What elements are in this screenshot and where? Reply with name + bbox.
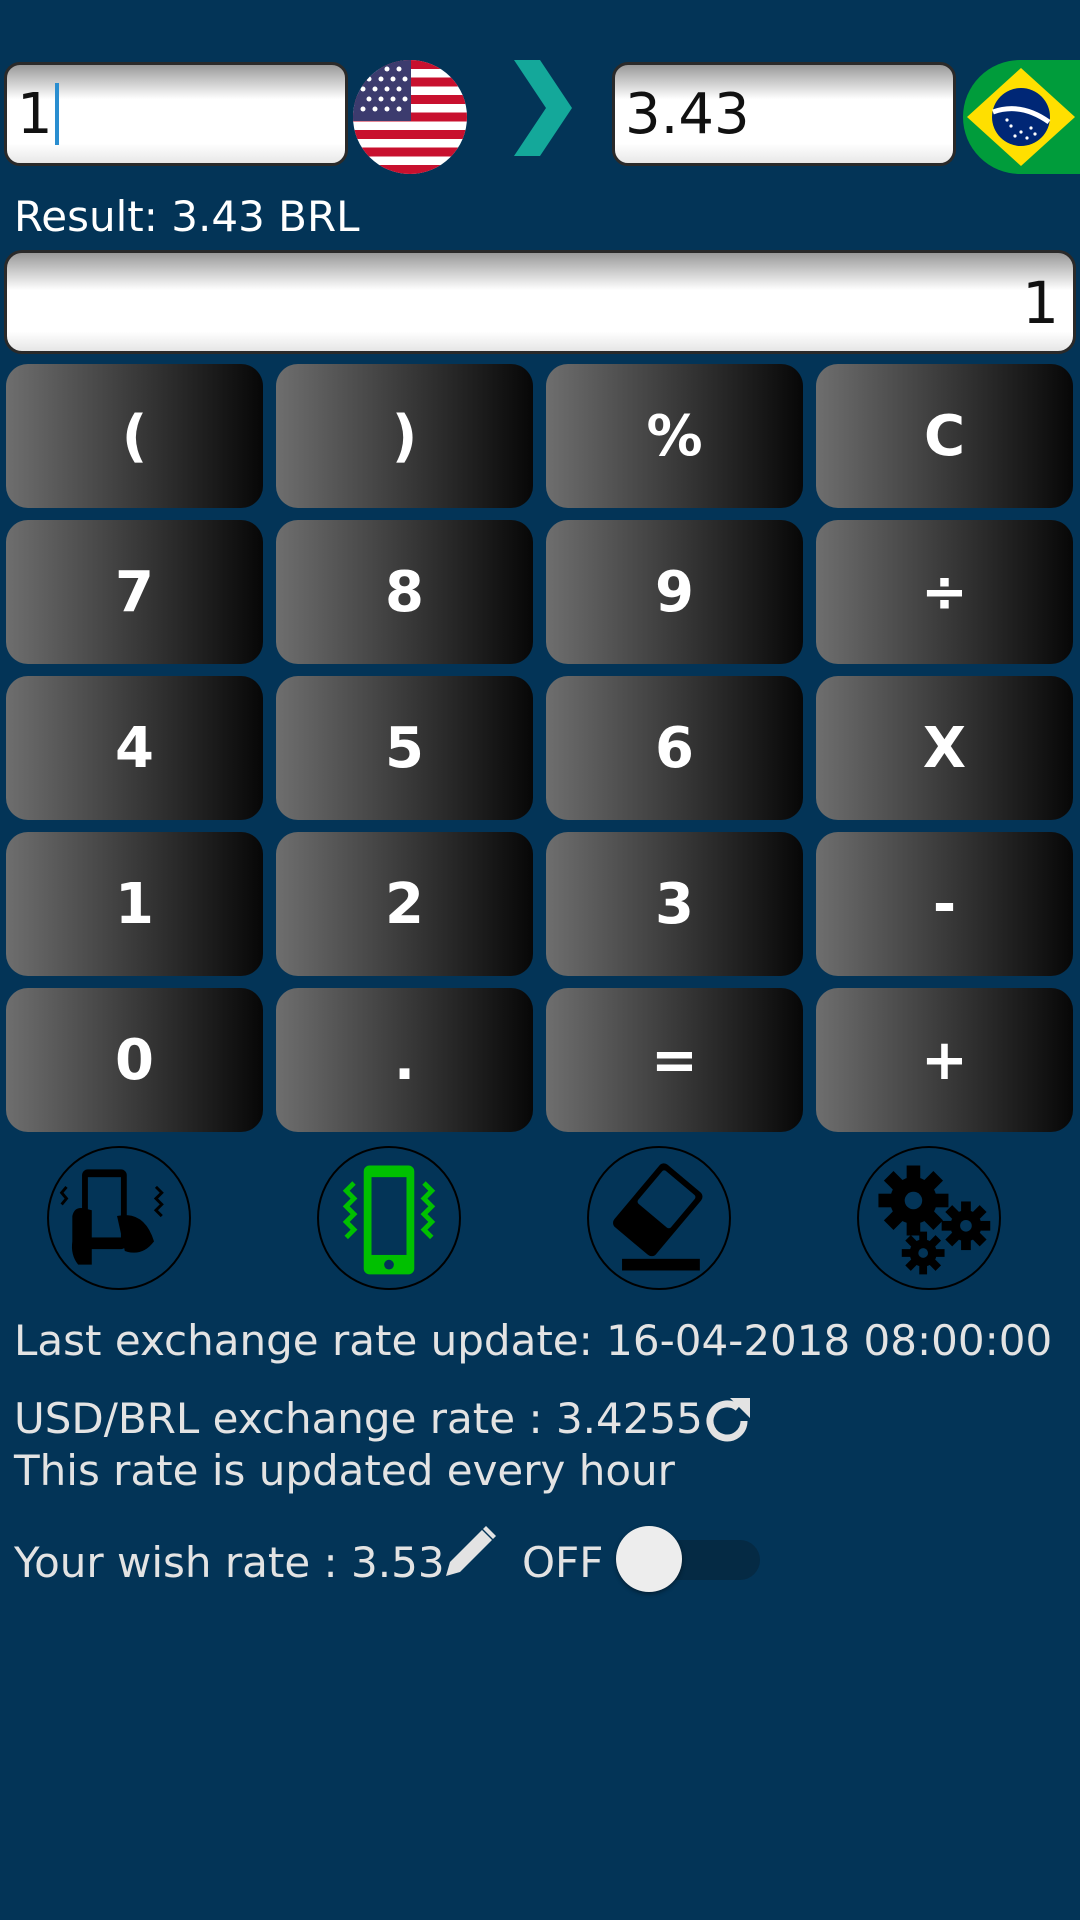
- text-caret: [54, 83, 59, 145]
- last-update-text: Last exchange rate update: 16-04-2018 08…: [14, 1316, 1053, 1365]
- rate-update-note: This rate is updated every hour: [14, 1446, 675, 1495]
- key-clear[interactable]: C: [816, 364, 1073, 508]
- key-percent[interactable]: %: [546, 364, 803, 508]
- settings-gears-icon[interactable]: [857, 1146, 1001, 1290]
- brazil-flag-icon[interactable]: [963, 60, 1080, 174]
- from-amount-value: 1: [17, 81, 53, 147]
- conversion-result: Result: 3.43 BRL: [14, 192, 360, 241]
- pencil-edit-icon[interactable]: [440, 1522, 500, 1582]
- toggle-thumb[interactable]: [616, 1526, 682, 1592]
- key-minus[interactable]: -: [816, 832, 1073, 976]
- key-1[interactable]: 1: [6, 832, 263, 976]
- keypad: ( ) % C 7 8 9 ÷ 4 5 6 X 1 2 3 - 0 . = +: [6, 364, 1076, 1132]
- chevron-right-icon: [512, 58, 572, 168]
- eraser-icon[interactable]: [587, 1146, 731, 1290]
- converter-row: 1 3.43: [0, 58, 1080, 180]
- key-equals[interactable]: =: [546, 988, 803, 1132]
- key-6[interactable]: 6: [546, 676, 803, 820]
- key-plus[interactable]: +: [816, 988, 1073, 1132]
- wish-rate-toggle[interactable]: [616, 1526, 762, 1592]
- exchange-rate-text: USD/BRL exchange rate : 3.4255: [14, 1394, 703, 1443]
- key-5[interactable]: 5: [276, 676, 533, 820]
- to-amount-value: 3.43: [625, 81, 750, 147]
- key-8[interactable]: 8: [276, 520, 533, 664]
- key-0[interactable]: 0: [6, 988, 263, 1132]
- wish-rate-text: Your wish rate : 3.53: [14, 1538, 445, 1587]
- key-close-paren[interactable]: ): [276, 364, 533, 508]
- key-9[interactable]: 9: [546, 520, 803, 664]
- key-3[interactable]: 3: [546, 832, 803, 976]
- key-open-paren[interactable]: (: [6, 364, 263, 508]
- key-decimal[interactable]: .: [276, 988, 533, 1132]
- expression-display[interactable]: 1: [4, 250, 1076, 354]
- from-amount-input[interactable]: 1: [4, 62, 348, 166]
- us-flag-icon[interactable]: [353, 60, 467, 174]
- toggle-state-label: OFF: [522, 1538, 604, 1587]
- vibrate-phone-icon[interactable]: [317, 1146, 461, 1290]
- key-7[interactable]: 7: [6, 520, 263, 664]
- key-divide[interactable]: ÷: [816, 520, 1073, 664]
- key-4[interactable]: 4: [6, 676, 263, 820]
- key-2[interactable]: 2: [276, 832, 533, 976]
- key-multiply[interactable]: X: [816, 676, 1073, 820]
- shake-phone-icon[interactable]: [47, 1146, 191, 1290]
- refresh-icon[interactable]: [700, 1394, 754, 1448]
- to-amount-field[interactable]: 3.43: [612, 62, 956, 166]
